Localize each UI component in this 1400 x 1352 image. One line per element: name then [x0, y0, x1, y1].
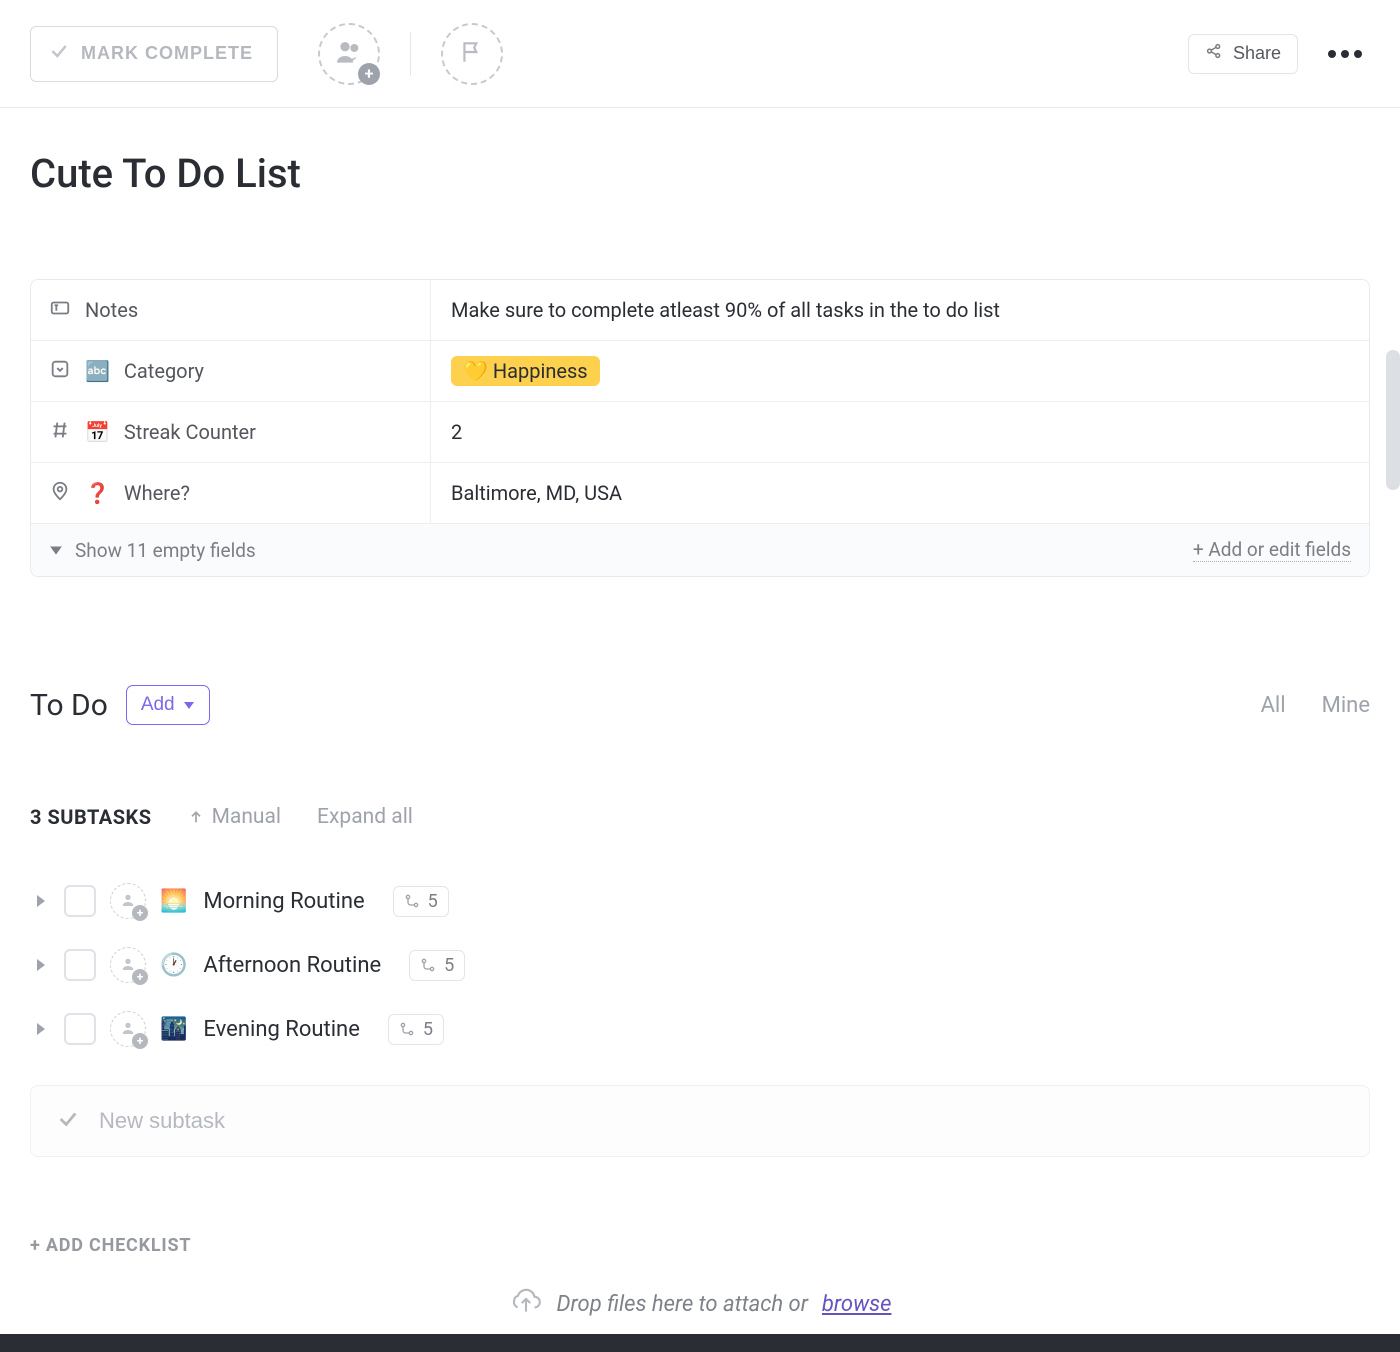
cloud-upload-icon: [509, 1286, 543, 1322]
check-icon: [57, 1108, 79, 1134]
arrow-up-icon: [188, 809, 204, 825]
subtask-emoji: 🕐: [160, 953, 187, 978]
mark-complete-label: MARK COMPLETE: [81, 43, 253, 64]
share-button[interactable]: Share: [1188, 34, 1298, 74]
bottom-bar: [0, 1334, 1400, 1352]
show-empty-fields-button[interactable]: Show 11 empty fields: [49, 539, 256, 562]
mark-complete-button[interactable]: MARK COMPLETE: [30, 26, 278, 82]
dot-icon: [1328, 50, 1336, 58]
field-value-notes[interactable]: Make sure to complete atleast 90% of all…: [431, 298, 1369, 322]
field-label-streak: 📅 Streak Counter: [31, 402, 431, 462]
share-label: Share: [1233, 43, 1281, 64]
subtask-emoji: 🌃: [160, 1017, 187, 1042]
expand-caret[interactable]: [36, 889, 50, 914]
custom-fields-panel: Notes Make sure to complete atleast 90% …: [30, 279, 1370, 577]
subtask-children-badge[interactable]: 5: [388, 1014, 444, 1045]
subtask-count-label: 3 SUBTASKS: [30, 805, 152, 829]
share-icon: [1205, 42, 1223, 65]
attachment-dropzone[interactable]: Drop files here to attach or browse: [30, 1286, 1370, 1340]
chevron-down-icon: [183, 699, 195, 711]
expand-caret[interactable]: [36, 1017, 50, 1042]
field-row[interactable]: Notes Make sure to complete atleast 90% …: [31, 280, 1369, 341]
subtask-children-badge[interactable]: 5: [409, 950, 465, 981]
chevron-down-icon: [49, 543, 63, 557]
separator: [410, 32, 411, 76]
filter-mine[interactable]: Mine: [1322, 693, 1370, 718]
field-value-streak[interactable]: 2: [431, 420, 1369, 444]
subtask-name[interactable]: Morning Routine: [203, 889, 364, 914]
add-checklist-button[interactable]: + ADD CHECKLIST: [30, 1235, 1370, 1256]
sort-button[interactable]: Manual: [188, 805, 281, 829]
subtask-row: + 🕐 Afternoon Routine 5: [30, 933, 1370, 997]
subtask-children-badge[interactable]: 5: [393, 886, 449, 917]
new-subtask-row[interactable]: [30, 1085, 1370, 1157]
assign-subtask-button[interactable]: +: [110, 883, 146, 919]
subtask-checkbox[interactable]: [64, 949, 96, 981]
field-name: Category: [124, 359, 204, 383]
more-menu-button[interactable]: [1320, 42, 1370, 66]
field-label-notes: Notes: [31, 280, 431, 340]
location-field-icon: [49, 480, 71, 507]
subtask-name[interactable]: Afternoon Routine: [203, 953, 381, 978]
dot-icon: [1354, 50, 1362, 58]
field-label-category: 🔤 Category: [31, 341, 431, 401]
field-name: Notes: [85, 298, 138, 322]
set-priority-button[interactable]: [441, 23, 503, 85]
plus-icon: +: [132, 905, 148, 921]
subtree-icon: [420, 956, 436, 974]
scrollbar-thumb[interactable]: [1386, 350, 1400, 490]
plus-icon: +: [132, 1033, 148, 1049]
subtask-emoji: 🌅: [160, 889, 187, 914]
assign-subtask-button[interactable]: +: [110, 1011, 146, 1047]
dot-icon: [1341, 50, 1349, 58]
field-label-where: ❓ Where?: [31, 463, 431, 523]
browse-link[interactable]: browse: [822, 1292, 892, 1317]
field-emoji: 🔤: [85, 359, 110, 383]
subtree-icon: [399, 1020, 415, 1038]
add-edit-fields-button[interactable]: + Add or edit fields: [1193, 538, 1351, 562]
new-subtask-input[interactable]: [99, 1108, 1343, 1134]
subtask-row: + 🌃 Evening Routine 5: [30, 997, 1370, 1061]
subtree-icon: [404, 892, 420, 910]
todo-heading: To Do: [30, 688, 108, 723]
field-name: Where?: [124, 481, 190, 505]
dropzone-text: Drop files here to attach or: [557, 1292, 808, 1317]
field-row[interactable]: ❓ Where? Baltimore, MD, USA: [31, 463, 1369, 524]
expand-all-button[interactable]: Expand all: [317, 805, 413, 829]
subtask-row: + 🌅 Morning Routine 5: [30, 869, 1370, 933]
check-icon: [49, 41, 69, 66]
category-tag: 💛 Happiness: [451, 356, 600, 386]
flag-icon: [459, 39, 485, 69]
field-value-where[interactable]: Baltimore, MD, USA: [431, 481, 1369, 505]
field-name: Streak Counter: [124, 420, 256, 444]
dropdown-field-icon: [49, 358, 71, 385]
add-subtask-button[interactable]: Add: [126, 685, 210, 725]
field-emoji: ❓: [85, 481, 110, 505]
field-row[interactable]: 📅 Streak Counter 2: [31, 402, 1369, 463]
task-title[interactable]: Cute To Do List: [30, 150, 1370, 197]
subtask-checkbox[interactable]: [64, 885, 96, 917]
add-assignee-button[interactable]: +: [318, 23, 380, 85]
assign-subtask-button[interactable]: +: [110, 947, 146, 983]
field-value-category[interactable]: 💛 Happiness: [431, 356, 1369, 386]
field-emoji: 📅: [85, 420, 110, 444]
field-row[interactable]: 🔤 Category 💛 Happiness: [31, 341, 1369, 402]
filter-all[interactable]: All: [1261, 693, 1286, 718]
add-label: Add: [141, 694, 175, 716]
subtask-name[interactable]: Evening Routine: [203, 1017, 359, 1042]
expand-caret[interactable]: [36, 953, 50, 978]
number-field-icon: [49, 419, 71, 446]
plus-icon: +: [358, 63, 380, 85]
plus-icon: +: [132, 969, 148, 985]
subtask-list: + 🌅 Morning Routine 5 + 🕐 Afternoon Rout…: [30, 869, 1370, 1061]
subtask-checkbox[interactable]: [64, 1013, 96, 1045]
text-field-icon: [49, 297, 71, 324]
